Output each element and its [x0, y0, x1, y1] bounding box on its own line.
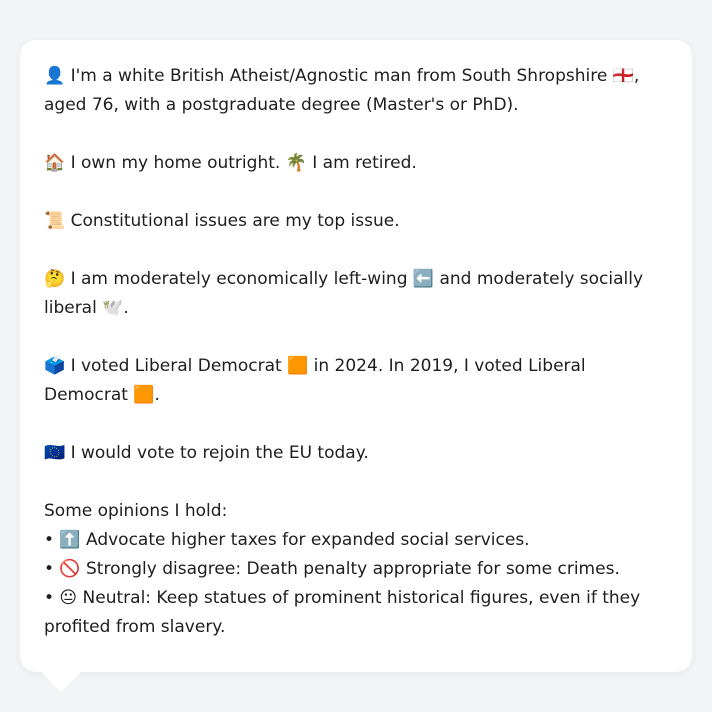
profile-message-bubble: 👤 I'm a white British Atheist/Agnostic m…	[20, 40, 692, 672]
opinion-item: • 😐 Neutral: Keep statues of prominent h…	[44, 588, 641, 637]
intro-text: 👤 I'm a white British Atheist/Agnostic m…	[44, 66, 640, 115]
opinion-item: • ⬆️ Advocate higher taxes for expanded …	[44, 530, 530, 550]
ideology-text: 🤔 I am moderately economically left-wing…	[44, 269, 644, 318]
home-status-text: 🏠 I own my home outright. 🌴 I am retired…	[44, 153, 417, 173]
opinion-item: • 🚫 Strongly disagree: Death penalty app…	[44, 559, 620, 579]
bubble-tail	[40, 671, 82, 692]
opinions-heading: Some opinions I hold:	[44, 501, 228, 521]
eu-stance-text: 🇪🇺 I would vote to rejoin the EU today.	[44, 443, 369, 463]
voting-history-text: 🗳️ I voted Liberal Democrat 🟧 in 2024. I…	[44, 356, 586, 405]
top-issue-text: 📜 Constitutional issues are my top issue…	[44, 211, 400, 231]
